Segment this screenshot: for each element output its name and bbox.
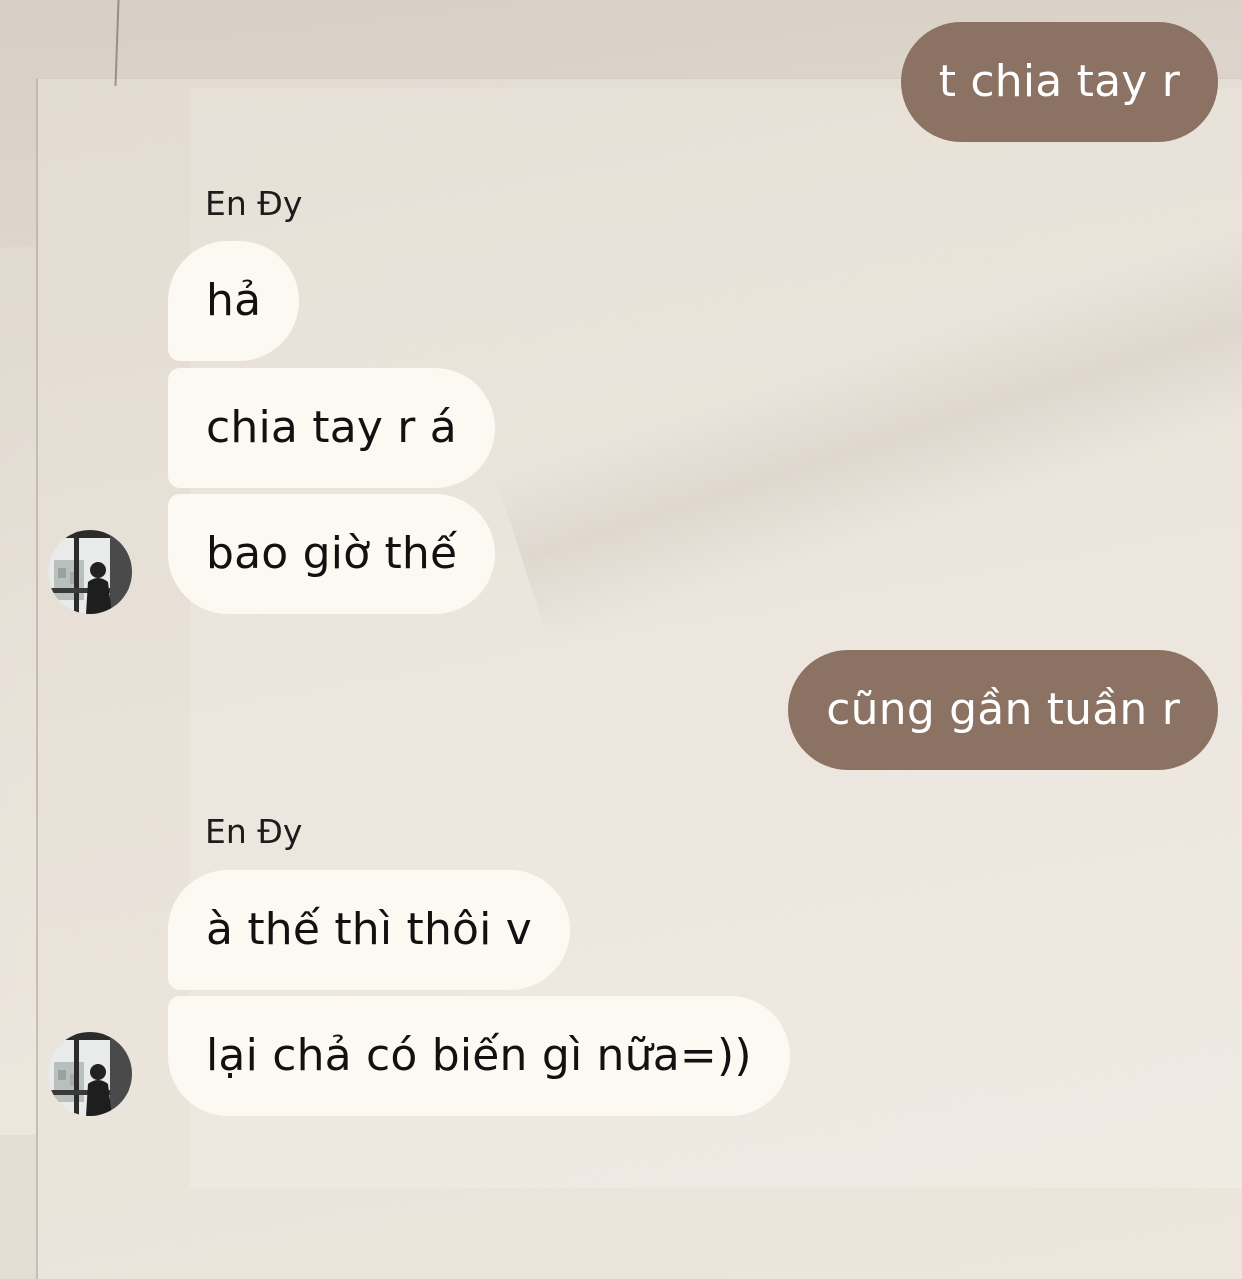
avatar[interactable]	[48, 530, 132, 614]
message-text: lại chả có biến gì nữa=))	[206, 1030, 752, 1081]
message-thread: t chia tay r En Đy hả chia tay r á bao g…	[0, 0, 1242, 1135]
outgoing-message-bubble[interactable]: cũng gần tuần r	[788, 650, 1218, 770]
sender-name: En Đy	[205, 184, 303, 223]
incoming-message-bubble[interactable]: lại chả có biến gì nữa=))	[168, 996, 790, 1116]
message-text: chia tay r á	[206, 402, 457, 453]
incoming-message-bubble[interactable]: bao giờ thế	[168, 494, 496, 614]
incoming-message-bubble[interactable]: hả	[168, 241, 300, 361]
outgoing-message-bubble[interactable]: t chia tay r	[900, 22, 1218, 142]
profile-photo-icon	[48, 1032, 132, 1116]
avatar[interactable]	[48, 1032, 132, 1116]
message-text: bao giờ thế	[206, 528, 458, 579]
message-text: t chia tay r	[938, 56, 1180, 107]
message-text: cũng gần tuần r	[826, 684, 1180, 735]
message-text: à thế thì thôi v	[206, 904, 533, 955]
incoming-message-bubble[interactable]: chia tay r á	[168, 368, 495, 488]
message-text: hả	[206, 275, 262, 326]
incoming-message-bubble[interactable]: à thế thì thôi v	[168, 870, 571, 990]
sender-name: En Đy	[205, 812, 303, 851]
profile-photo-icon	[48, 530, 132, 614]
